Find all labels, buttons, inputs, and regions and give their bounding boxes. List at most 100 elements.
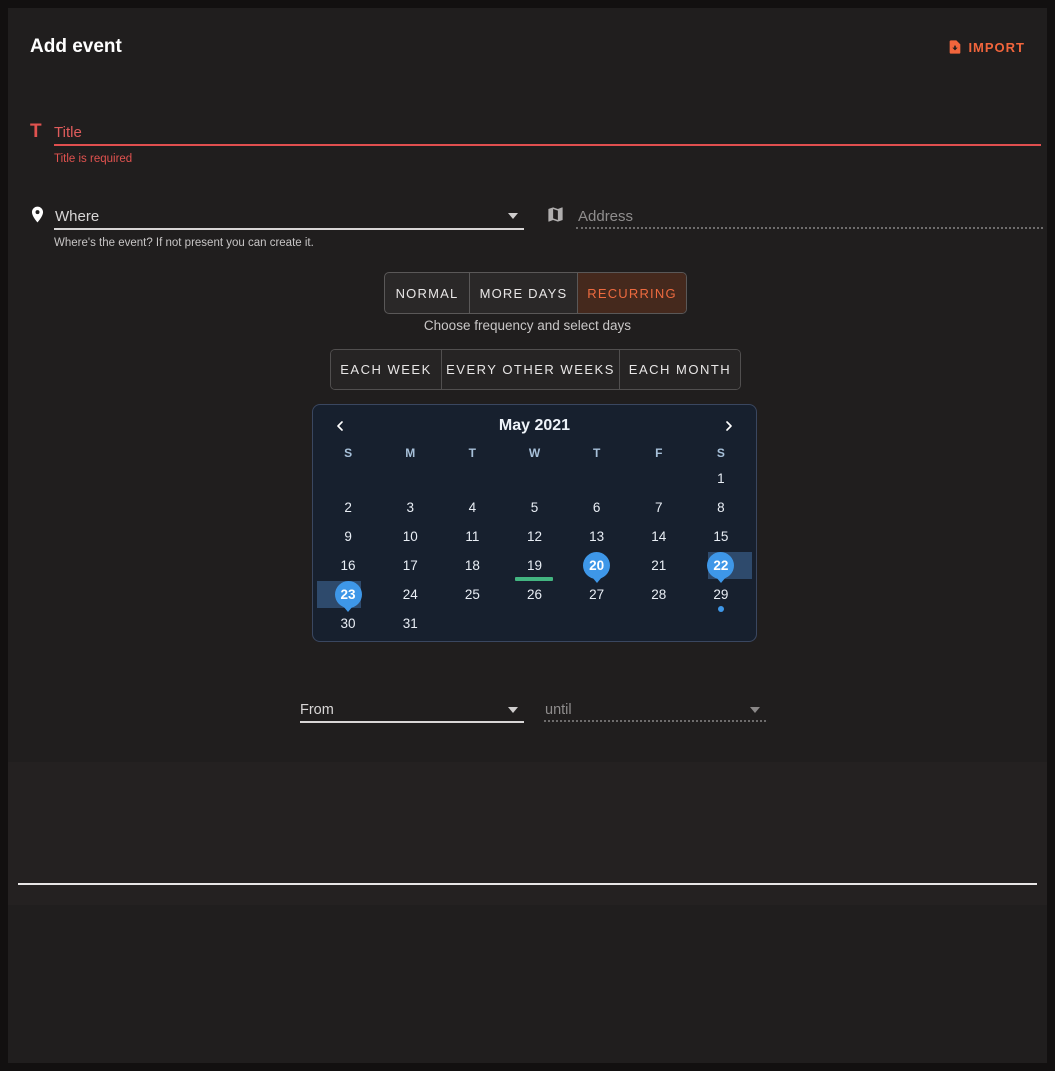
title-error-text: Title is required [54,153,132,165]
weekday-label: S [690,442,752,464]
calendar-day[interactable]: 16 [317,551,379,580]
event-mode-tabs: NORMAL MORE DAYS RECURRING [384,272,687,314]
calendar: May 2021 SMTWTFS 12345678910111213141516… [312,404,757,642]
calendar-day[interactable]: 31 [379,609,441,638]
calendar-day[interactable]: 27 [566,580,628,609]
calendar-day-number: 21 [651,558,666,573]
frequency-options: EACH WEEK EVERY OTHER WEEKS EACH MONTH [330,349,741,390]
calendar-day-number: 14 [651,529,666,544]
calendar-day-number: 9 [344,529,352,544]
calendar-day-number: 23 [335,581,362,608]
calendar-day-empty [503,464,565,493]
calendar-day[interactable]: 15 [690,522,752,551]
calendar-day[interactable]: 24 [379,580,441,609]
calendar-day-number: 4 [469,500,477,515]
import-button[interactable]: IMPORT [947,39,1025,55]
page-title: Add event [30,36,122,58]
calendar-day[interactable]: 14 [628,522,690,551]
calendar-day[interactable]: 5 [503,493,565,522]
tab-more-days[interactable]: MORE DAYS [469,273,577,313]
calendar-day[interactable]: 17 [379,551,441,580]
calendar-day[interactable]: 25 [441,580,503,609]
calendar-day[interactable]: 26 [503,580,565,609]
title-underline [54,144,1041,146]
calendar-day[interactable]: 1 [690,464,752,493]
until-dropdown-caret[interactable] [750,707,760,713]
calendar-day-number: 24 [403,587,418,602]
calendar-next-button[interactable] [718,415,740,437]
calendar-week-row: 23 24 25 2627 28 29 [317,580,752,609]
from-underline [300,721,524,723]
where-dropdown-caret[interactable] [508,213,518,219]
calendar-day[interactable]: 8 [690,493,752,522]
calendar-week-row: 1 [317,464,752,493]
calendar-day-number: 7 [655,500,663,515]
calendar-day[interactable]: 7 [628,493,690,522]
calendar-day[interactable]: 13 [566,522,628,551]
weekday-label: F [628,442,690,464]
media-tags-section: Media You can add a flyer (optional) Tag… [8,905,1047,1063]
calendar-day-number: 12 [527,529,542,544]
chevron-right-icon [721,418,737,434]
calendar-day[interactable]: 11 [441,522,503,551]
calendar-day-number: 19 [527,558,542,573]
calendar-prev-button[interactable] [329,415,351,437]
calendar-day[interactable]: 4 [441,493,503,522]
where-select[interactable]: Where [55,208,99,225]
calendar-day[interactable]: 23 [317,580,379,609]
map-icon [546,205,565,224]
frequency-each-month[interactable]: EACH MONTH [619,350,740,389]
calendar-header: May 2021 [317,412,752,440]
address-underline [576,227,1043,229]
title-icon: T [30,121,42,143]
calendar-day-number: 28 [651,587,666,602]
calendar-day[interactable]: 12 [503,522,565,551]
calendar-day-number: 22 [707,552,734,579]
calendar-day-number: 5 [531,500,539,515]
calendar-day-number: 1 [717,471,725,486]
calendar-month-label: May 2021 [351,417,718,435]
calendar-day-number: 20 [583,552,610,579]
calendar-day[interactable]: 10 [379,522,441,551]
calendar-day[interactable]: 21 [628,551,690,580]
import-label: IMPORT [968,40,1025,55]
calendar-day[interactable]: 22 [690,551,752,580]
calendar-day-number: 18 [465,558,480,573]
description-underline [18,883,1037,885]
address-input[interactable]: Address [578,208,633,225]
where-helper-text: Where's the event? If not present you ca… [54,237,314,249]
file-import-icon [947,39,963,55]
calendar-day[interactable]: 2 [317,493,379,522]
calendar-day[interactable]: 18 [441,551,503,580]
location-pin-icon [28,205,47,224]
calendar-day-number: 3 [406,500,414,515]
title-input[interactable]: Title [54,124,82,141]
until-underline [544,720,766,722]
calendar-day[interactable]: 28 [628,580,690,609]
until-select[interactable]: until [545,702,572,718]
frequency-every-other-weeks[interactable]: EVERY OTHER WEEKS [441,350,619,389]
from-dropdown-caret[interactable] [508,707,518,713]
add-event-dialog: Add event IMPORT T Title Title is requir… [0,0,1055,1071]
calendar-day[interactable]: 9 [317,522,379,551]
calendar-week-row: 9 10 11 12 13 14 15 [317,522,752,551]
calendar-day[interactable]: 30 [317,609,379,638]
frequency-each-week[interactable]: EACH WEEK [331,350,441,389]
from-select[interactable]: From [300,702,334,718]
calendar-day-empty [441,609,503,638]
calendar-day[interactable]: 3 [379,493,441,522]
calendar-day-empty [317,464,379,493]
calendar-day[interactable]: 20 [566,551,628,580]
calendar-day-number: 31 [403,616,418,631]
calendar-day[interactable]: 6 [566,493,628,522]
calendar-day-empty [566,609,628,638]
tab-normal[interactable]: NORMAL [385,273,469,313]
calendar-day-empty [566,464,628,493]
calendar-day[interactable]: 29 [690,580,752,609]
calendar-day[interactable]: 19 [503,551,565,580]
weekday-label: M [379,442,441,464]
calendar-day-number: 10 [403,529,418,544]
calendar-week-row: 30 31 [317,609,752,638]
calendar-day-number: 25 [465,587,480,602]
tab-recurring[interactable]: RECURRING [577,273,686,313]
